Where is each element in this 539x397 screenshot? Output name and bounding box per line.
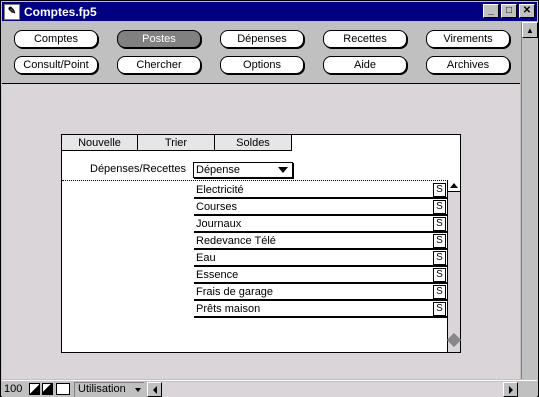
scroll-thumb[interactable] [446, 332, 462, 348]
list-item[interactable]: Electricité S [194, 182, 447, 199]
scroll-up-icon[interactable] [448, 180, 460, 192]
list-item[interactable]: Prêts maison S [194, 301, 447, 318]
mode-dropdown[interactable]: Utilisation [74, 382, 144, 397]
zoom-in-icon[interactable] [42, 383, 53, 395]
poste-label[interactable]: Electricité [195, 183, 431, 197]
tab-nouvelle[interactable]: Nouvelle [62, 135, 138, 151]
virements-button[interactable]: Virements [426, 30, 510, 48]
recettes-button[interactable]: Recettes [323, 30, 407, 48]
list-item[interactable]: Redevance Télé S [194, 233, 447, 250]
tab-trier[interactable]: Trier [138, 135, 215, 151]
comptes-button[interactable]: Comptes [14, 30, 98, 48]
tab-bar: Nouvelle Trier Soldes [62, 135, 292, 151]
dropdown-arrow-icon [278, 167, 288, 173]
poste-label[interactable]: Eau [195, 251, 431, 265]
consult-point-button[interactable]: Consult/Point [14, 56, 98, 74]
postes-list: Electricité S Courses S Journaux S Redev… [194, 182, 447, 318]
tab-soldes[interactable]: Soldes [215, 135, 292, 151]
scroll-track[interactable] [162, 382, 503, 397]
s-button[interactable]: S [433, 302, 446, 316]
zoom-level[interactable]: 100 [4, 382, 28, 396]
dropdown-arrow-icon [135, 388, 141, 392]
postes-button[interactable]: Postes [117, 30, 201, 48]
resize-grip-icon[interactable] [519, 382, 535, 397]
depenses-button[interactable]: Dépenses [220, 30, 304, 48]
title-bar[interactable]: ✎ Comptes.fp5 _ □ ✕ [2, 2, 537, 21]
toolbar: Comptes Postes Dépenses Recettes Viremen… [2, 22, 520, 84]
minimize-button[interactable]: _ [483, 4, 499, 18]
mode-value: Utilisation [78, 383, 126, 395]
app-window: ✎ Comptes.fp5 _ □ ✕ Comptes Postes Dépen… [0, 0, 539, 397]
type-dropdown-value: Dépense [196, 164, 241, 176]
list-item[interactable]: Eau S [194, 250, 447, 267]
zoom-out-icon[interactable] [29, 383, 40, 395]
window-title: Comptes.fp5 [24, 4, 97, 19]
s-button[interactable]: S [433, 183, 446, 197]
list-item[interactable]: Courses S [194, 199, 447, 216]
status-bar: 100 Utilisation [2, 380, 537, 397]
poste-label[interactable]: Courses [195, 200, 431, 214]
scroll-up-arrow-icon[interactable]: ▲ [522, 22, 538, 38]
type-label: Dépenses/Recettes [90, 163, 186, 175]
layout-area: Nouvelle Trier Soldes Dépenses/Recettes … [2, 84, 520, 379]
window-vertical-scrollbar[interactable]: ▲ [521, 22, 538, 379]
s-button[interactable]: S [433, 285, 446, 299]
s-button[interactable]: S [433, 251, 446, 265]
horizontal-scrollbar[interactable] [147, 382, 518, 397]
postes-panel: Nouvelle Trier Soldes Dépenses/Recettes … [61, 134, 462, 353]
type-dropdown[interactable]: Dépense [193, 162, 293, 178]
scroll-right-icon[interactable] [503, 382, 518, 397]
list-item[interactable]: Frais de garage S [194, 284, 447, 301]
options-button[interactable]: Options [220, 56, 304, 74]
aide-button[interactable]: Aide [323, 56, 407, 74]
poste-label[interactable]: Essence [195, 268, 431, 282]
s-button[interactable]: S [433, 268, 446, 282]
s-button[interactable]: S [433, 217, 446, 231]
chercher-button[interactable]: Chercher [117, 56, 201, 74]
list-scrollbar[interactable] [446, 180, 462, 352]
archives-button[interactable]: Archives [426, 56, 510, 74]
poste-label[interactable]: Prêts maison [195, 302, 431, 316]
s-button[interactable]: S [433, 200, 446, 214]
maximize-button[interactable]: □ [501, 4, 517, 18]
header-divider [62, 180, 448, 181]
poste-label[interactable]: Frais de garage [195, 285, 431, 299]
list-item[interactable]: Essence S [194, 267, 447, 284]
s-button[interactable]: S [433, 234, 446, 248]
scroll-left-icon[interactable] [147, 382, 162, 397]
app-icon: ✎ [4, 3, 20, 20]
list-item[interactable]: Journaux S [194, 216, 447, 233]
close-button[interactable]: ✕ [519, 4, 535, 18]
window-controls: _ □ ✕ [481, 4, 535, 18]
poste-label[interactable]: Journaux [195, 217, 431, 231]
poste-label[interactable]: Redevance Télé [195, 234, 431, 248]
status-area-toggle-icon[interactable] [56, 383, 70, 395]
